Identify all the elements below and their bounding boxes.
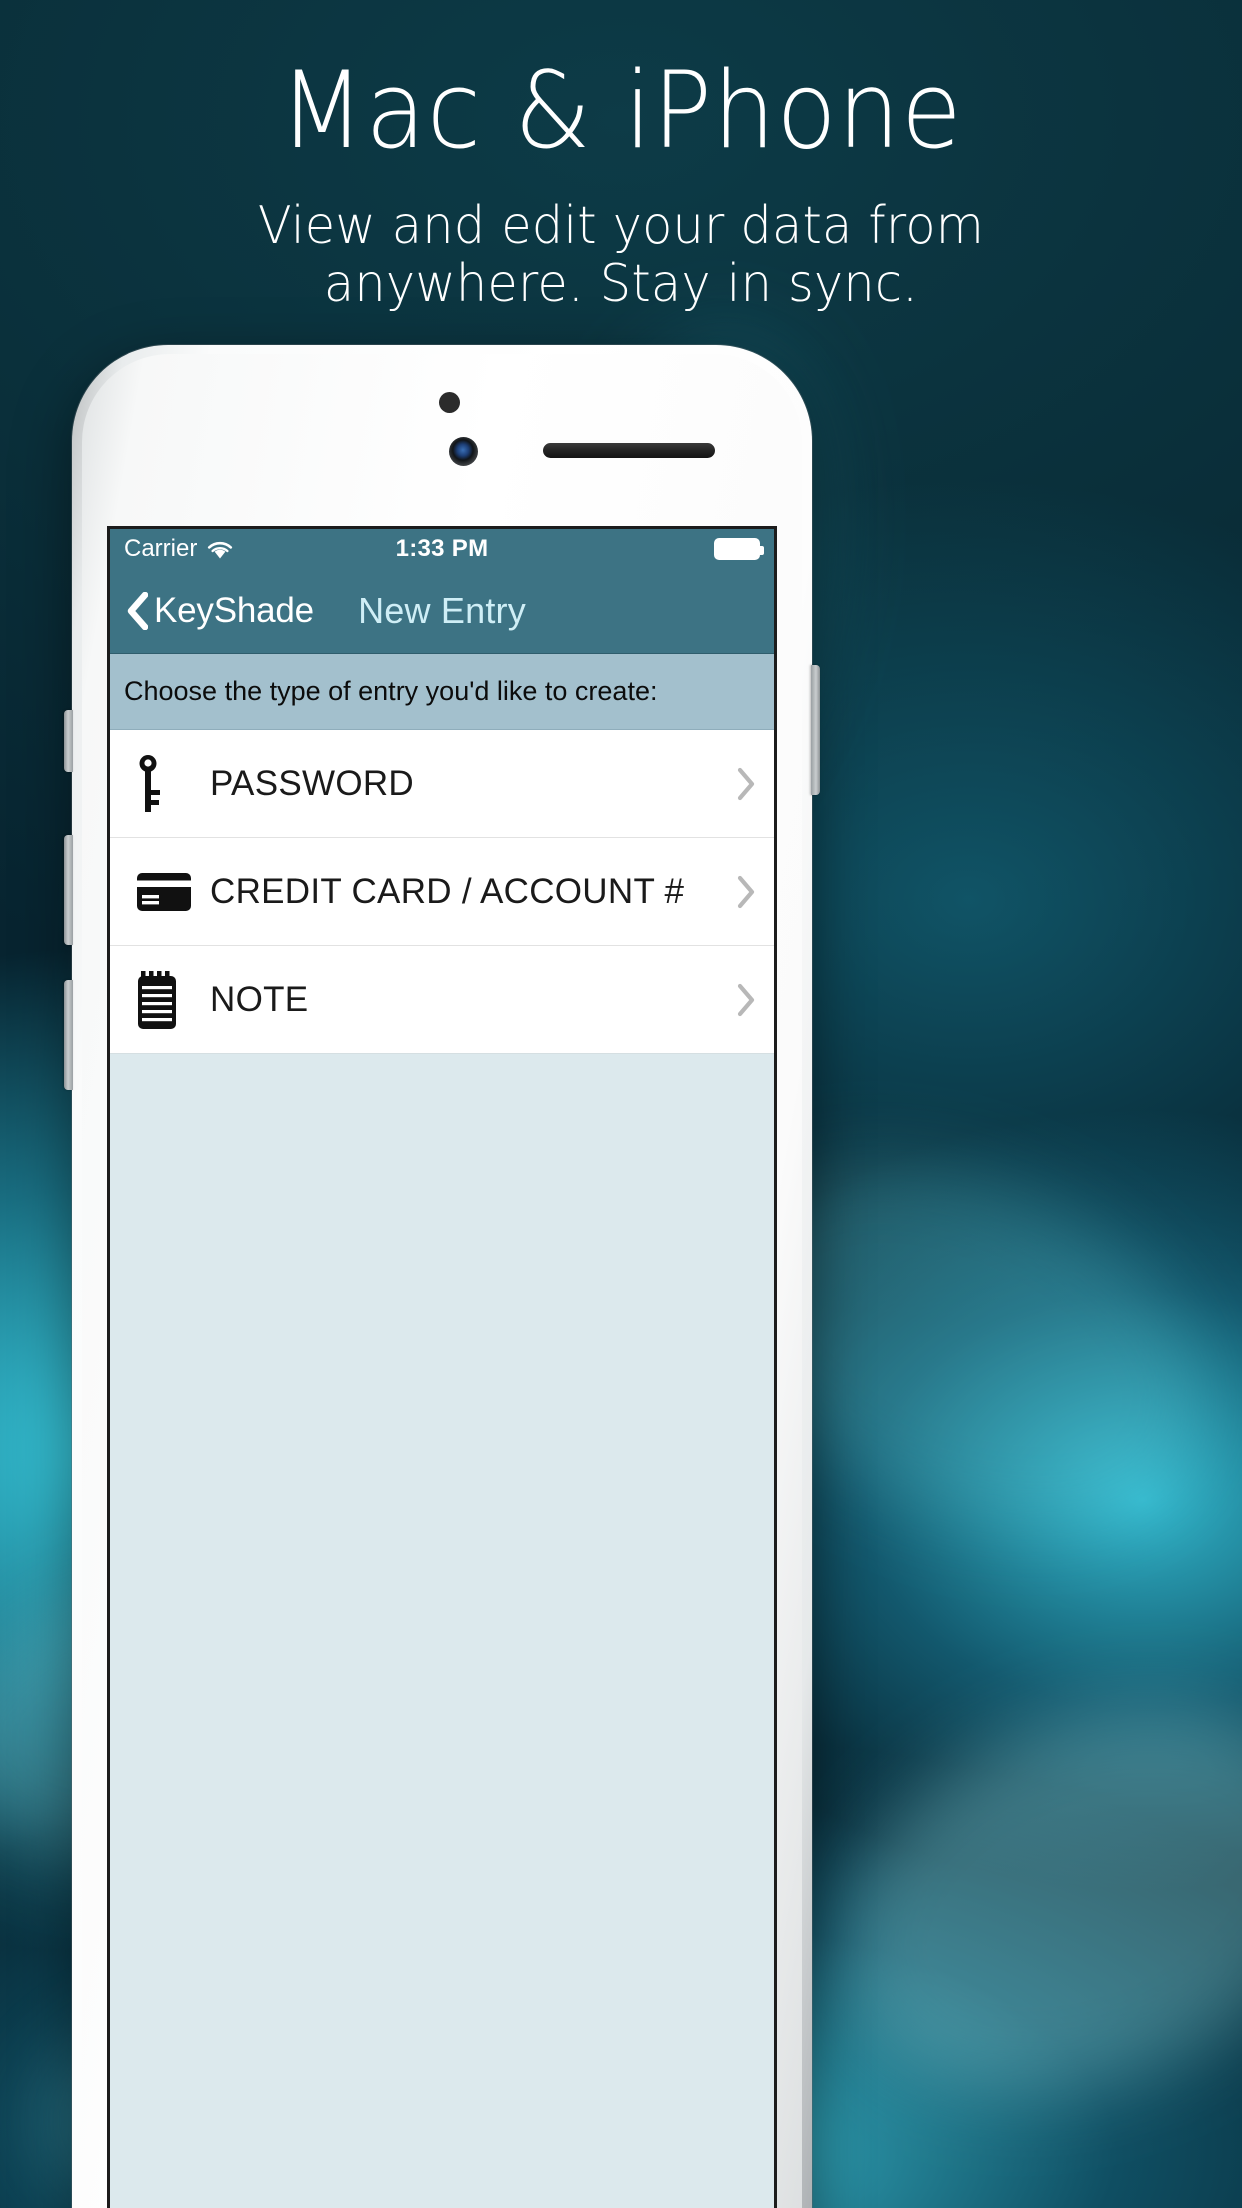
iphone-screen: Carrier 1:33 PM KeyShade New Entry Choos…: [110, 529, 774, 2208]
earpiece-speaker-icon: [543, 443, 715, 458]
list-item-label: CREDIT CARD / ACCOUNT #: [210, 871, 685, 911]
chevron-right-icon: [736, 767, 756, 801]
key-icon: [136, 754, 210, 814]
page-subtitle: View and edit your data from anywhere. S…: [31, 196, 1211, 315]
section-header-label: Choose the type of entry you'd like to c…: [124, 676, 658, 706]
back-button[interactable]: KeyShade: [126, 591, 314, 631]
battery-full-icon: [714, 538, 764, 560]
page-subtitle-line-2: anywhere. Stay in sync.: [323, 254, 919, 315]
page-title: Mac & iPhone: [279, 49, 963, 172]
screenshot-stage: Mac & iPhone View and edit your data fro…: [0, 0, 1242, 2208]
list-item-label: PASSWORD: [210, 763, 414, 803]
volume-down-button[interactable]: [64, 980, 73, 1090]
power-button[interactable]: [811, 665, 820, 795]
iphone-bezel: Carrier 1:33 PM KeyShade New Entry Choos…: [82, 354, 802, 2208]
wifi-icon: [206, 539, 234, 560]
empty-list-area: [110, 1054, 774, 2208]
status-bar: Carrier 1:33 PM: [110, 529, 774, 569]
notepad-icon: [136, 969, 210, 1031]
list-item-password[interactable]: PASSWORD: [110, 730, 774, 838]
iphone-device-frame: Carrier 1:33 PM KeyShade New Entry Choos…: [64, 345, 820, 2208]
proximity-sensor-icon: [439, 392, 460, 413]
entry-type-list: PASSWORD CREDIT CARD / ACCOUNT # NOTE: [110, 730, 774, 1054]
chevron-right-icon: [736, 983, 756, 1017]
credit-card-icon: [136, 871, 210, 913]
page-subtitle-line-1: View and edit your data from: [257, 196, 985, 257]
front-camera-icon: [449, 437, 478, 466]
chevron-right-icon: [736, 875, 756, 909]
list-item-label: NOTE: [210, 979, 309, 1019]
marketing-copy: Mac & iPhone View and edit your data fro…: [0, 48, 1242, 314]
status-bar-right: [714, 538, 764, 560]
back-button-label: KeyShade: [154, 591, 314, 630]
chevron-left-icon: [126, 592, 148, 630]
status-bar-left: Carrier: [124, 535, 234, 563]
navigation-bar: KeyShade New Entry: [110, 569, 774, 654]
list-item-credit-card[interactable]: CREDIT CARD / ACCOUNT #: [110, 838, 774, 946]
volume-up-button[interactable]: [64, 835, 73, 945]
carrier-label: Carrier: [124, 535, 198, 562]
mute-switch[interactable]: [64, 710, 73, 772]
list-item-note[interactable]: NOTE: [110, 946, 774, 1054]
section-header: Choose the type of entry you'd like to c…: [110, 654, 774, 730]
